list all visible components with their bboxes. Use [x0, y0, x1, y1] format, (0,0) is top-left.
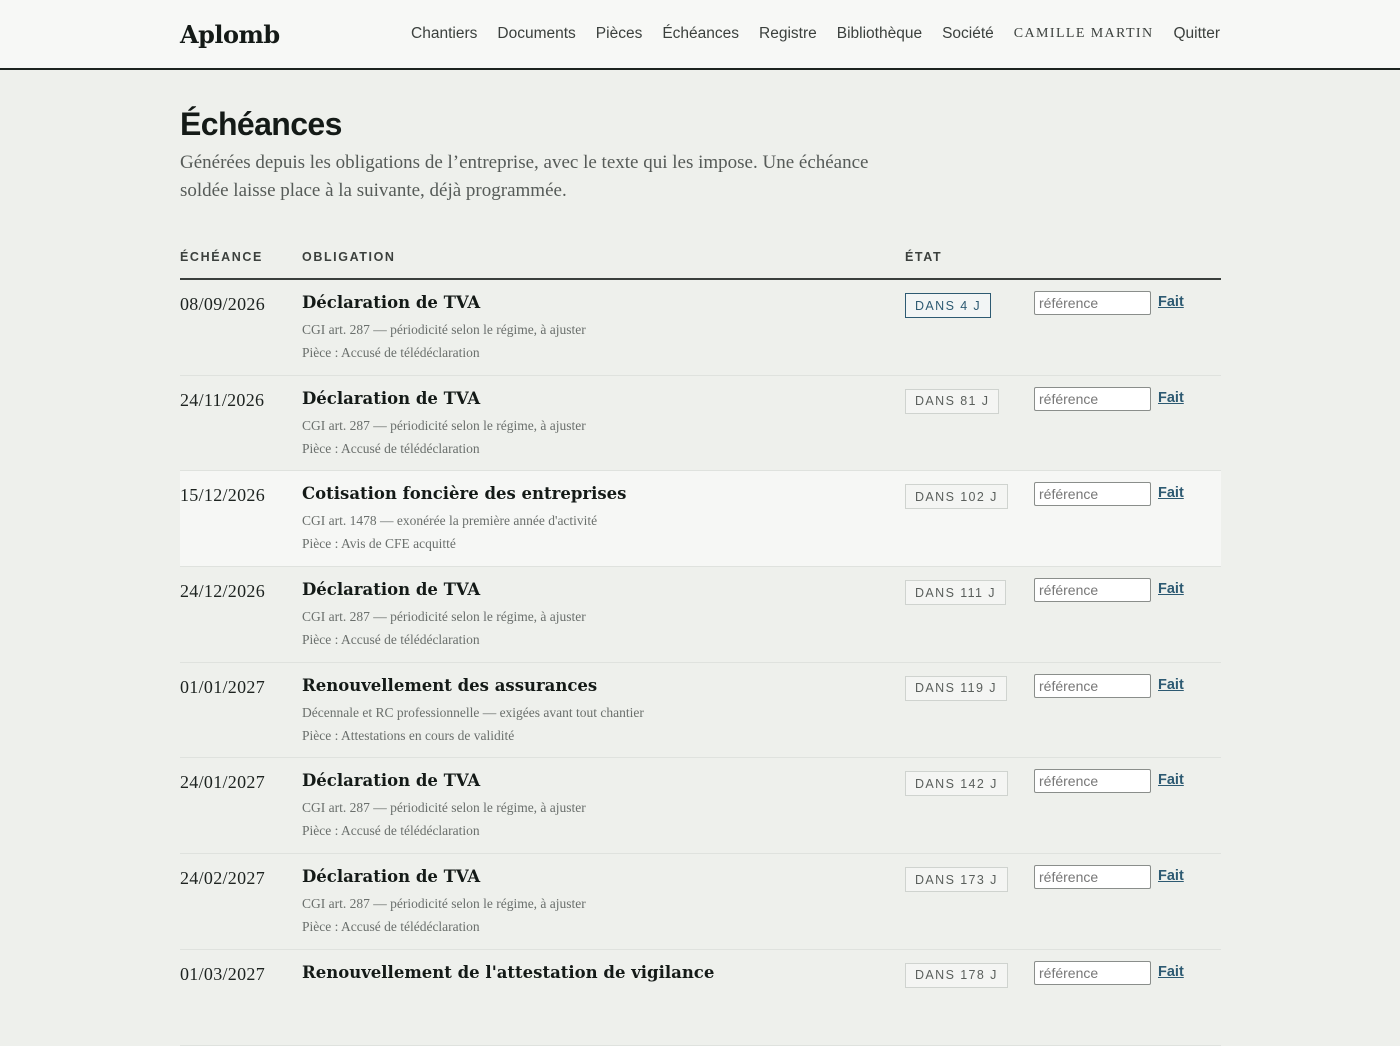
obligation-title: Déclaration de TVA: [302, 867, 481, 887]
reference-input[interactable]: [1034, 386, 1151, 411]
mark-done-link[interactable]: Fait: [1158, 390, 1184, 406]
table-row: 01/01/2027 Renouvellement des assurances D…: [180, 663, 1221, 759]
status-badge: DANS 111 J: [905, 580, 1006, 606]
table-row: 24/11/2026 Déclaration de TVA CGI art. 287…: [180, 376, 1221, 472]
mark-done-link[interactable]: Fait: [1158, 677, 1184, 693]
status-badge: DANS 173 J: [905, 867, 1008, 893]
obligation-title: Cotisation foncière des entreprises: [302, 484, 627, 504]
obligation-title: Déclaration de TVA: [302, 293, 481, 312]
deadline-date: 15/12/2026: [180, 485, 266, 506]
reference-input[interactable]: [1034, 578, 1151, 603]
app-logo[interactable]: Aplomb: [180, 20, 280, 49]
obligation-required-piece: Pièce : Avis de CFE acquitté: [302, 536, 456, 552]
nav-item-echeances[interactable]: Échéances: [662, 25, 739, 43]
page-intro: Générées depuis les obligations de l’ent…: [180, 152, 869, 201]
table-row: 08/09/2026 Déclaration de TVA CGI art. 287…: [180, 280, 1221, 376]
mark-done-link[interactable]: Fait: [1158, 772, 1184, 788]
nav-item-bibliotheque[interactable]: Bibliothèque: [837, 25, 922, 43]
obligation-legal-basis: CGI art. 287 — périodicité selon le régi…: [302, 609, 586, 625]
reference-input[interactable]: [1034, 673, 1151, 698]
obligation-required-piece: Pièce : Accusé de télédéclaration: [302, 823, 480, 839]
nav-item-societe[interactable]: Société: [942, 25, 994, 43]
reference-input[interactable]: [1034, 769, 1151, 794]
deadline-date: 01/01/2027: [180, 676, 266, 697]
table-row: 24/01/2027 Déclaration de TVA CGI art. 287…: [180, 758, 1221, 855]
mark-done-link[interactable]: Fait: [1158, 581, 1184, 597]
status-badge: DANS 4 J: [905, 293, 992, 318]
mark-done-link[interactable]: Fait: [1158, 294, 1184, 310]
deadline-date: 24/01/2027: [180, 772, 266, 793]
page-title: Échéances: [180, 106, 342, 142]
main-content: Échéances Générées depuis les obligation…: [180, 70, 1221, 1046]
status-badge: DANS 178 J: [905, 962, 1008, 988]
table-row: 24/12/2026 Déclaration de TVA CGI art. 287…: [180, 567, 1221, 663]
table-row: 15/12/2026 Cotisation foncière des entrep…: [180, 471, 1221, 568]
obligation-required-piece: Pièce : Accusé de télédéclaration: [302, 919, 480, 935]
main-nav: Chantiers Documents Pièces Échéances Reg…: [411, 25, 1220, 43]
obligation-required-piece: Pièce : Attestations en cours de validit…: [302, 727, 515, 743]
user-name[interactable]: Camille Martin: [1014, 26, 1154, 42]
status-badge: DANS 142 J: [905, 771, 1008, 797]
obligation-required-piece: Pièce : Accusé de télédéclaration: [302, 345, 480, 360]
mark-done-link[interactable]: Fait: [1158, 485, 1184, 501]
status-badge: DANS 81 J: [905, 388, 1000, 414]
column-header-date: Échéance: [180, 250, 263, 264]
nav-item-registre[interactable]: Registre: [759, 25, 817, 43]
status-badge: DANS 102 J: [905, 484, 1008, 510]
table-header: Échéance Obligation État: [180, 247, 1221, 280]
top-bar-inner: Aplomb Chantiers Documents Pièces Échéan…: [180, 0, 1220, 68]
obligation-title: Déclaration de TVA: [302, 771, 481, 791]
obligation-legal-basis: CGI art. 287 — périodicité selon le régi…: [302, 322, 586, 337]
deadline-date: 24/11/2026: [180, 389, 265, 410]
obligation-title: Déclaration de TVA: [302, 388, 481, 408]
column-header-state: État: [905, 250, 943, 264]
nav-item-chantiers[interactable]: Chantiers: [411, 25, 477, 43]
deadline-date: 24/12/2026: [180, 581, 266, 602]
nav-item-documents[interactable]: Documents: [497, 25, 575, 43]
obligation-required-piece: Pièce : Accusé de télédéclaration: [302, 440, 480, 456]
obligation-required-piece: Pièce : Accusé de télédéclaration: [302, 632, 480, 648]
deadline-date: 08/09/2026: [180, 294, 266, 314]
reference-input[interactable]: [1034, 865, 1151, 890]
obligation-legal-basis: CGI art. 287 — périodicité selon le régi…: [302, 800, 586, 816]
obligation-legal-basis: CGI art. 1478 — exonérée la première ann…: [302, 513, 598, 529]
reference-input[interactable]: [1034, 482, 1151, 507]
deadline-date: 24/02/2027: [180, 868, 266, 889]
nav-item-pieces[interactable]: Pièces: [596, 25, 643, 43]
top-bar: Aplomb Chantiers Documents Pièces Échéan…: [0, 0, 1400, 70]
obligation-legal-basis: CGI art. 287 — périodicité selon le régi…: [302, 896, 586, 912]
obligation-legal-basis: CGI art. 287 — périodicité selon le régi…: [302, 417, 586, 433]
obligation-title: Déclaration de TVA: [302, 580, 481, 600]
obligation-legal-basis: Décennale et RC professionnelle — exigée…: [302, 704, 644, 720]
table-body: 08/09/2026 Déclaration de TVA CGI art. 287…: [180, 280, 1221, 1046]
deadlines-table: Échéance Obligation État 08/09/2026 Décla…: [180, 247, 1221, 1046]
status-badge: DANS 119 J: [905, 675, 1007, 701]
table-row: 24/02/2027 Déclaration de TVA CGI art. 287…: [180, 854, 1221, 950]
mark-done-link[interactable]: Fait: [1158, 868, 1184, 884]
table-row: 01/03/2027 Renouvellement de l'attestatio…: [180, 950, 1221, 1046]
reference-input[interactable]: [1034, 291, 1151, 315]
reference-input[interactable]: [1034, 960, 1151, 985]
logout-link[interactable]: Quitter: [1173, 25, 1220, 43]
obligation-title: Renouvellement des assurances: [302, 675, 598, 695]
mark-done-link[interactable]: Fait: [1158, 964, 1184, 980]
column-header-obligation: Obligation: [302, 250, 396, 264]
obligation-title: Renouvellement de l'attestation de vigil…: [302, 962, 715, 982]
deadline-date: 01/03/2027: [180, 963, 266, 984]
